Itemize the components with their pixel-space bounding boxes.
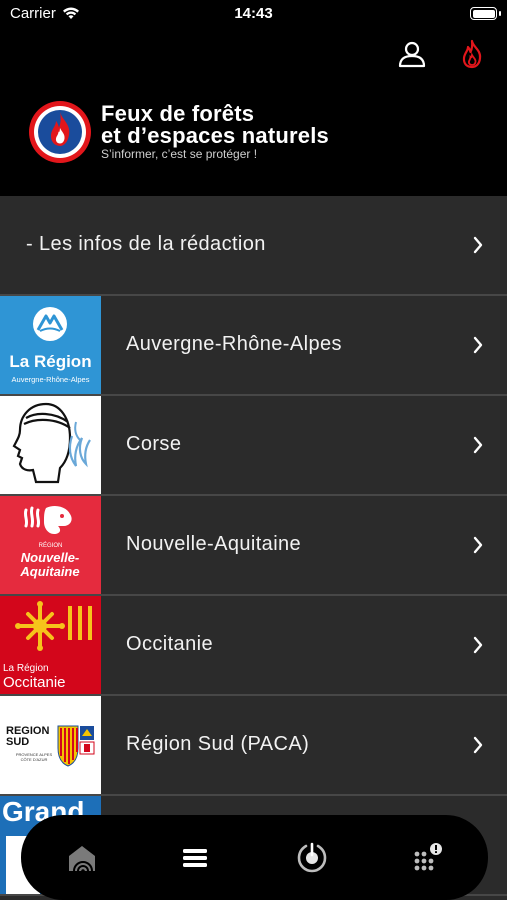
- list-item-nouvelle-aquitaine[interactable]: RÉGION Nouvelle-Aquitaine Nouvelle-Aquit…: [0, 496, 507, 596]
- corse-head-logo: [0, 396, 101, 494]
- chevron-right-icon: [473, 636, 483, 654]
- user-icon[interactable]: [396, 38, 428, 70]
- location-target-icon[interactable]: [295, 841, 329, 875]
- flame-shield-logo: [29, 101, 91, 163]
- list-item-label: Nouvelle-Aquitaine: [126, 533, 302, 555]
- home-signal-icon[interactable]: [65, 841, 99, 875]
- list-item-redaction[interactable]: - Les infos de la rédaction: [0, 196, 507, 296]
- list-item-occitanie[interactable]: La Région Occitanie Occitanie: [0, 596, 507, 696]
- app-title-line-1: Feux de forêts: [101, 101, 255, 126]
- chevron-right-icon: [473, 736, 483, 754]
- app-title: Feux de forêts et d’espaces naturels: [101, 103, 481, 147]
- chevron-right-icon: [473, 336, 483, 354]
- app-title-line-2: et d’espaces naturels: [101, 123, 329, 148]
- status-time: 14:43: [234, 5, 273, 22]
- list-item-corse[interactable]: Corse: [0, 396, 507, 496]
- thumb-small-text: RÉGION: [38, 543, 63, 549]
- list-item-region-sud[interactable]: REGION SUD PROVENCE ALPES CÔTE D'AZUR Ré…: [0, 696, 507, 796]
- status-bar: Carrier 14:43: [0, 0, 507, 28]
- list-item-label: Région Sud (PACA): [126, 733, 310, 755]
- app-header: Feux de forêts et d’espaces naturels S’i…: [0, 28, 507, 196]
- chevron-right-icon: [473, 536, 483, 554]
- battery-icon: [470, 7, 501, 20]
- list-item-label: Corse: [126, 433, 182, 455]
- app-subtitle: S’informer, c’est se protéger !: [101, 147, 258, 161]
- region-sud-logo: REGION SUD PROVENCE ALPES CÔTE D'AZUR: [0, 696, 101, 794]
- thumb-text: Nouvelle-Aquitaine: [20, 550, 80, 579]
- tab-bar: [21, 815, 488, 900]
- menu-bars-icon[interactable]: [178, 841, 212, 875]
- list-item-label: Auvergne-Rhône-Alpes: [126, 333, 342, 355]
- flame-icon[interactable]: [458, 38, 486, 70]
- grid-dots-alert-icon[interactable]: [410, 841, 444, 875]
- thumb-small-text: La Région: [3, 663, 49, 674]
- region-list: - Les infos de la rédaction La Région Au…: [0, 196, 507, 900]
- chevron-right-icon: [473, 436, 483, 454]
- chevron-right-icon: [473, 236, 483, 254]
- list-item-label: Occitanie: [126, 633, 213, 655]
- nouvelle-aquitaine-logo: RÉGION Nouvelle-Aquitaine: [0, 496, 101, 594]
- thumb-text: Occitanie: [3, 674, 66, 691]
- list-item-label: - Les infos de la rédaction: [26, 233, 266, 255]
- la-region-aura-logo: La Région Auvergne-Rhône-Alpes: [0, 296, 101, 394]
- list-item-auvergne-rhone-alpes[interactable]: La Région Auvergne-Rhône-Alpes Auvergne-…: [0, 296, 507, 396]
- thumb-subtext: Auvergne-Rhône-Alpes: [11, 375, 90, 384]
- occitanie-cross-logo: La Région Occitanie: [0, 596, 101, 694]
- thumb-text: La Région: [9, 352, 92, 371]
